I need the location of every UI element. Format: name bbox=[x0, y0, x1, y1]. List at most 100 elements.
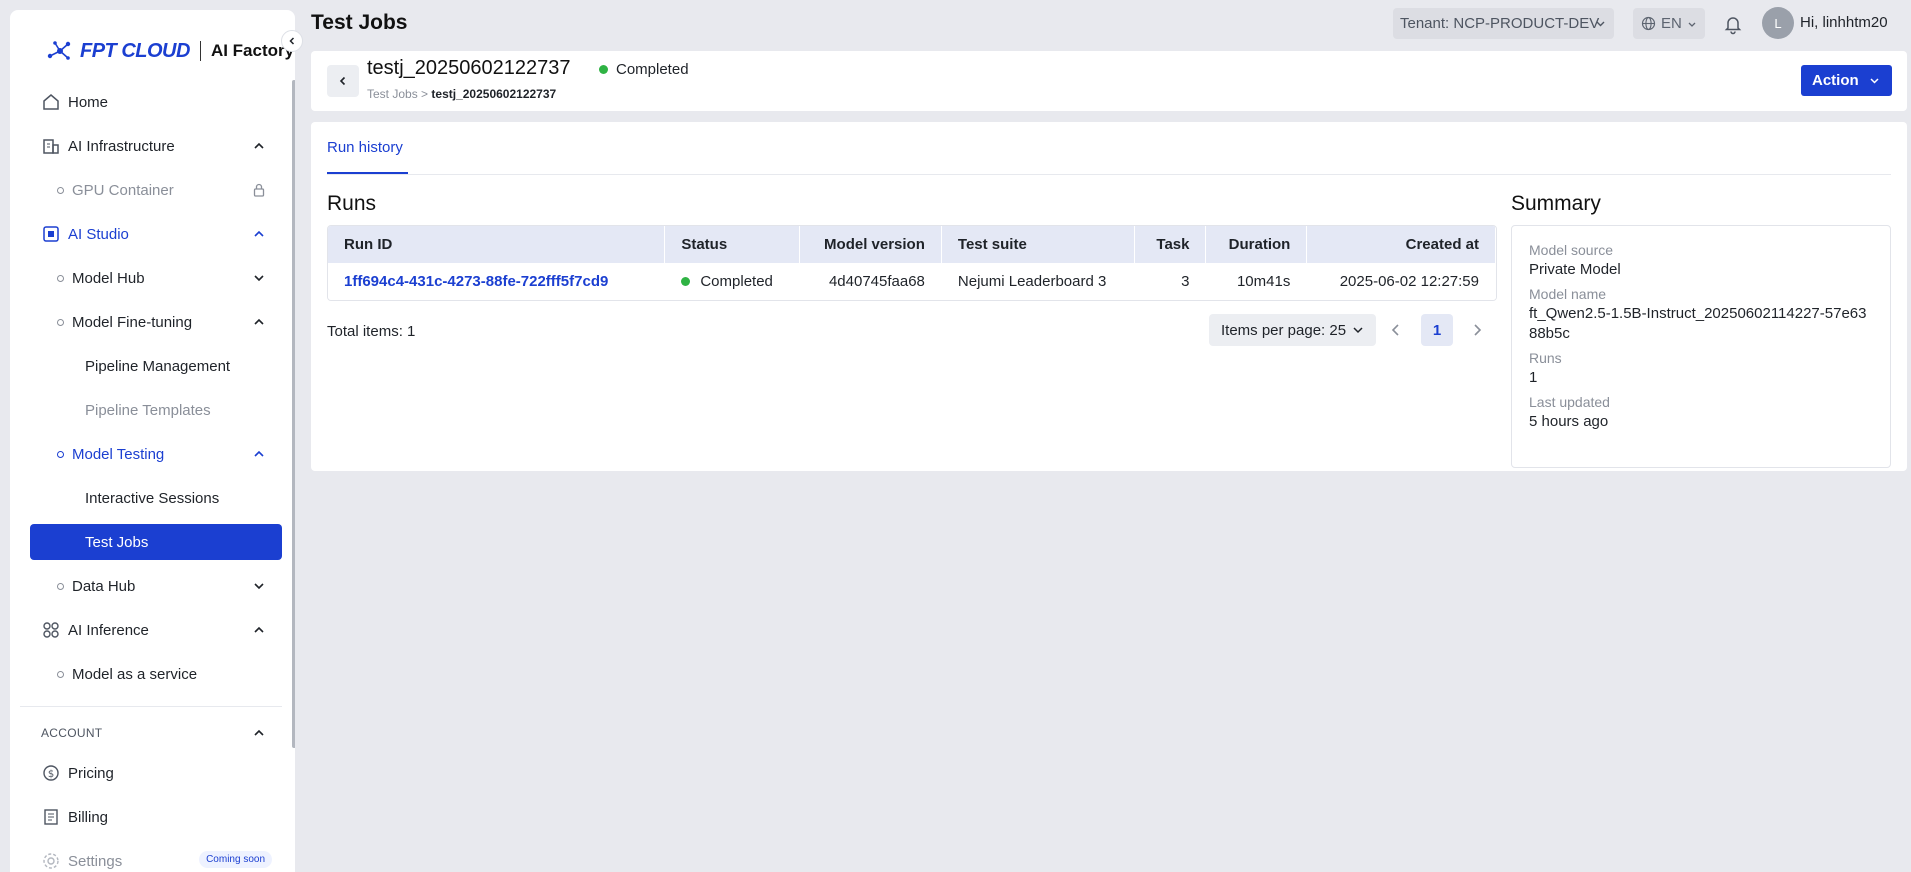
language-selector[interactable]: EN bbox=[1633, 8, 1705, 39]
sidebar-item-pipeline-management[interactable]: Pipeline Management bbox=[30, 344, 282, 388]
chevron-down-icon bbox=[254, 583, 264, 590]
sidebar-item-interactive-sessions[interactable]: Interactive Sessions bbox=[30, 476, 282, 520]
runs-count-label: Runs bbox=[1529, 350, 1562, 366]
job-header: testj_20250602122737 Completed Test Jobs… bbox=[311, 51, 1907, 111]
bullet-icon bbox=[57, 319, 64, 326]
account-section-header[interactable]: ACCOUNT bbox=[30, 715, 282, 751]
dollar-icon: $ bbox=[43, 765, 59, 781]
bullet-icon bbox=[57, 451, 64, 458]
action-button[interactable]: Action bbox=[1801, 65, 1892, 96]
sidebar-item-label: AI Studio bbox=[68, 225, 129, 243]
sidebar-item-label: Model Fine-tuning bbox=[72, 313, 193, 331]
run-id-link[interactable]: 1ff694c4-431c-4273-88fe-722fff5f7cd9 bbox=[344, 273, 608, 290]
column-header-run-id[interactable]: Run ID bbox=[328, 226, 666, 263]
sidebar-scrollbar[interactable] bbox=[292, 80, 295, 748]
cell-task: 3 bbox=[1135, 263, 1207, 300]
tab-active-indicator bbox=[327, 172, 408, 174]
chevron-up-icon bbox=[254, 626, 264, 633]
model-source-label: Model source bbox=[1529, 242, 1614, 258]
chevron-left-icon bbox=[339, 76, 346, 86]
column-header-duration[interactable]: Duration bbox=[1206, 226, 1308, 263]
sidebar-item-model-as-a-service[interactable]: Model as a service bbox=[30, 652, 282, 696]
sidebar-nav: Home AI Infrastructure GPU Container AI … bbox=[20, 80, 282, 872]
back-button[interactable] bbox=[327, 65, 359, 97]
sidebar-item-label: Model as a service bbox=[72, 665, 198, 683]
runs-title: Runs bbox=[327, 192, 377, 215]
status-text: Completed bbox=[700, 273, 773, 290]
sidebar-item-model-hub[interactable]: Model Hub bbox=[30, 256, 282, 300]
bullet-icon bbox=[57, 583, 64, 590]
bullet-icon bbox=[57, 275, 64, 282]
sidebar-item-label: AI Infrastructure bbox=[68, 137, 175, 155]
column-header-created-at[interactable]: Created at bbox=[1307, 226, 1496, 263]
sidebar-divider bbox=[20, 706, 282, 707]
sidebar-item-data-hub[interactable]: Data Hub bbox=[30, 564, 282, 608]
chevron-up-icon bbox=[254, 230, 264, 237]
sidebar-item-billing[interactable]: Billing bbox=[30, 795, 282, 839]
breadcrumb-current: testj_20250602122737 bbox=[431, 87, 557, 101]
chevron-down-icon bbox=[1870, 78, 1879, 84]
sidebar-item-ai-inference[interactable]: AI Inference bbox=[30, 608, 282, 652]
runs-table: Run ID Status Model version Test suite T… bbox=[327, 225, 1497, 301]
section-label: ACCOUNT bbox=[41, 726, 103, 740]
column-header-task[interactable]: Task bbox=[1135, 226, 1207, 263]
avatar[interactable]: L bbox=[1762, 7, 1794, 39]
sidebar-item-ai-infrastructure[interactable]: AI Infrastructure bbox=[30, 124, 282, 168]
sidebar-item-label: Settings bbox=[68, 852, 123, 870]
cell-created-at: 2025-06-02 12:27:59 bbox=[1307, 263, 1496, 300]
sidebar-item-label: Home bbox=[68, 93, 109, 111]
brand-logo[interactable]: FPT CLOUD AI Factory bbox=[46, 37, 294, 65]
sidebar-item-label: AI Inference bbox=[68, 621, 149, 639]
sidebar-collapse-button[interactable] bbox=[281, 30, 303, 52]
runs-count-value: 1 bbox=[1529, 369, 1538, 386]
svg-text:$: $ bbox=[48, 769, 54, 780]
sidebar-item-pricing[interactable]: $ Pricing bbox=[30, 751, 282, 795]
chevron-down-icon bbox=[1688, 22, 1696, 27]
action-label: Action bbox=[1812, 72, 1859, 89]
chevron-up-icon bbox=[254, 142, 264, 149]
bell-icon[interactable] bbox=[1722, 13, 1744, 35]
chevron-down-icon bbox=[254, 275, 264, 282]
next-page-icon[interactable] bbox=[1469, 322, 1485, 338]
chevron-up-icon bbox=[254, 729, 264, 736]
sidebar-item-gpu-container[interactable]: GPU Container bbox=[30, 168, 282, 212]
sidebar-item-test-jobs[interactable]: Test Jobs bbox=[30, 524, 282, 560]
sidebar-item-label: Billing bbox=[68, 808, 109, 826]
items-per-page-select[interactable]: Items per page: 25 bbox=[1209, 314, 1376, 346]
column-header-test-suite[interactable]: Test suite bbox=[942, 226, 1135, 263]
tab-run-history[interactable]: Run history bbox=[327, 139, 403, 175]
sidebar-item-label: Model Hub bbox=[72, 269, 145, 287]
table-row[interactable]: 1ff694c4-431c-4273-88fe-722fff5f7cd9 Com… bbox=[328, 263, 1496, 300]
column-header-model-version[interactable]: Model version bbox=[800, 226, 942, 263]
breadcrumb-parent[interactable]: Test Jobs bbox=[367, 87, 418, 101]
last-updated-label: Last updated bbox=[1529, 394, 1610, 410]
sidebar-item-label: Pipeline Templates bbox=[85, 401, 211, 419]
sidebar: FPT CLOUD AI Factory Home AI Infrastruct… bbox=[10, 10, 295, 872]
sidebar-item-label: Pipeline Management bbox=[85, 357, 231, 375]
column-header-status[interactable]: Status bbox=[665, 226, 801, 263]
studio-icon bbox=[43, 226, 59, 242]
receipt-icon bbox=[44, 809, 58, 825]
tenant-selector[interactable]: Tenant: NCP-PRODUCT-DEV bbox=[1393, 8, 1614, 39]
previous-page-icon[interactable] bbox=[1388, 322, 1404, 338]
last-updated-value: 5 hours ago bbox=[1529, 413, 1609, 430]
sidebar-item-home[interactable]: Home bbox=[30, 80, 282, 124]
globe-icon bbox=[1641, 16, 1656, 31]
model-name-value: ft_Qwen2.5-1.5B-Instruct_20250602114227-… bbox=[1529, 305, 1867, 342]
sidebar-item-model-fine-tuning[interactable]: Model Fine-tuning bbox=[30, 300, 282, 344]
fpt-logo-icon bbox=[47, 41, 71, 60]
page-number-button[interactable]: 1 bbox=[1421, 314, 1453, 346]
model-name-label: Model name bbox=[1529, 286, 1607, 302]
user-greeting[interactable]: Hi, linhhtm20 bbox=[1800, 14, 1888, 31]
gear-icon bbox=[43, 853, 59, 869]
sidebar-item-model-testing[interactable]: Model Testing bbox=[30, 432, 282, 476]
breadcrumb: Test Jobs > testj_20250602122737 bbox=[367, 87, 556, 101]
cell-status: Completed bbox=[665, 263, 801, 300]
sidebar-item-settings: Settings Coming soon bbox=[30, 839, 282, 872]
sidebar-item-label: Data Hub bbox=[72, 577, 136, 595]
job-status-badge: Completed bbox=[599, 61, 689, 78]
sidebar-item-pipeline-templates[interactable]: Pipeline Templates bbox=[30, 388, 282, 432]
coming-soon-badge: Coming soon bbox=[199, 851, 272, 868]
sidebar-item-ai-studio[interactable]: AI Studio bbox=[30, 212, 282, 256]
total-items: Total items: 1 bbox=[327, 323, 416, 340]
